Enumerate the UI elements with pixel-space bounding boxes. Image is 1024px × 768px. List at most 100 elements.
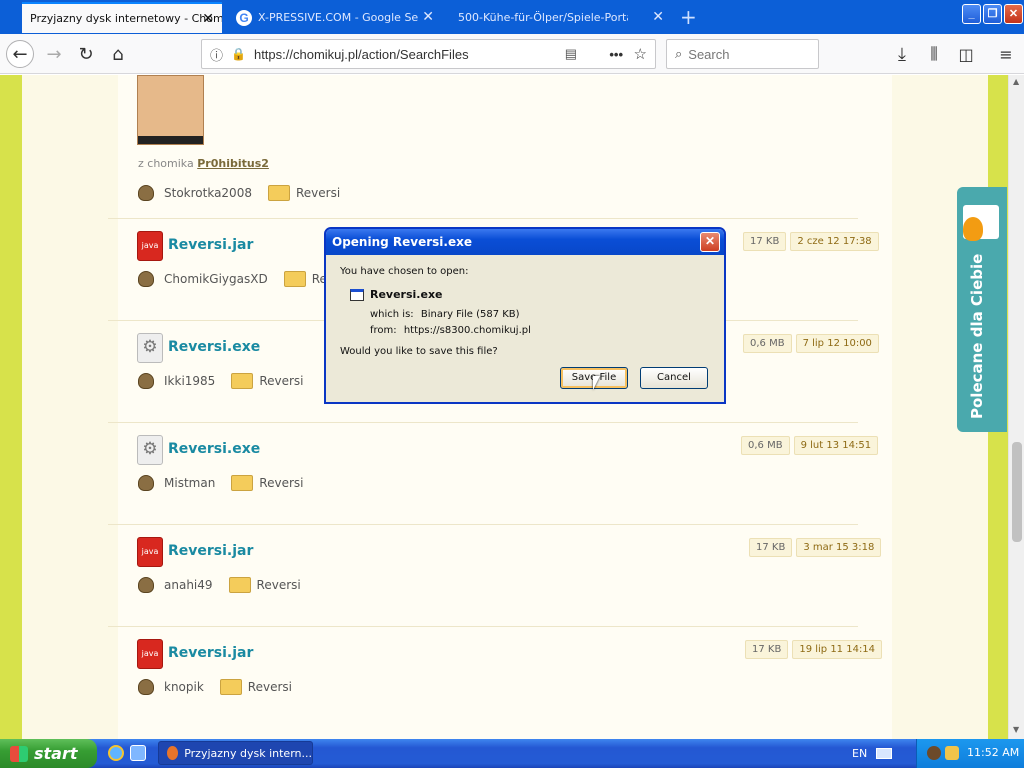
reload-button[interactable]: ↻ [72, 40, 100, 68]
recommended-side-tab[interactable]: Polecane dla Ciebie [957, 187, 1007, 432]
user-link[interactable]: Mistman [164, 476, 215, 490]
new-tab-icon[interactable]: + [680, 5, 697, 29]
start-button[interactable]: start [0, 739, 97, 768]
file-date-badge: 7 lip 12 10:00 [795, 334, 879, 353]
reader-view-icon[interactable]: ▤ [565, 46, 577, 62]
cancel-button[interactable]: Cancel [640, 367, 708, 389]
hamster-avatar-icon [138, 475, 154, 491]
java-file-icon: java [137, 537, 163, 567]
file-meta: Mistman Reversi [138, 475, 303, 491]
from-value: https://s8300.chomikuj.pl [403, 325, 531, 336]
keyboard-icon[interactable] [876, 748, 892, 759]
tray-network-icon[interactable] [945, 746, 959, 760]
close-tab-icon[interactable]: ✕ [202, 11, 214, 27]
back-button[interactable]: ← [6, 40, 34, 68]
sidebar-button[interactable]: ◫ [952, 40, 980, 68]
close-window-button[interactable]: ✕ [1004, 4, 1023, 24]
folder-link[interactable]: Reversi [259, 374, 303, 388]
exe-file-icon: ⚙ [137, 435, 163, 465]
tab-spiele-portal[interactable]: 500-Kühe-für-Ölper/Spiele-Portal ✕ [450, 2, 672, 33]
tab-label: X-PRESSIVE.COM - Google Search [258, 11, 418, 24]
bookmark-star-icon[interactable]: ☆ [634, 45, 647, 63]
quicklaunch-icon[interactable] [130, 745, 146, 761]
file-name-link[interactable]: Reversi.jar [168, 645, 253, 661]
file-size-badge: 17 KB [745, 640, 789, 659]
library-icon: ⫼ [930, 44, 938, 63]
close-tab-icon[interactable]: ✕ [422, 9, 434, 25]
home-button[interactable]: ⌂ [104, 40, 132, 68]
from-user-link[interactable]: Pr0hibitus2 [197, 157, 269, 170]
user-link[interactable]: Ikki1985 [164, 374, 215, 388]
url-text[interactable]: https://chomikuj.pl/action/SearchFiles [254, 47, 469, 62]
forward-button[interactable]: → [40, 40, 68, 68]
from-chomik-line: z chomika Pr0hibitus2 [138, 157, 269, 170]
close-tab-icon[interactable]: ✕ [652, 9, 664, 25]
from-label: from: [370, 325, 397, 336]
file-name-link[interactable]: Reversi.jar [168, 237, 253, 253]
page-area: z chomika Pr0hibitus2 Stokrotka2008 Reve… [0, 75, 1008, 739]
vertical-scrollbar[interactable]: ▲ ▼ [1008, 75, 1024, 739]
info-icon[interactable]: ⓘ [210, 45, 223, 64]
dialog-close-button[interactable]: ✕ [700, 232, 720, 252]
file-meta: anahi49 Reversi [138, 577, 301, 593]
start-label: start [34, 744, 78, 763]
file-name-link[interactable]: Reversi.jar [168, 543, 253, 559]
lock-icon: 🔒 [231, 47, 246, 61]
folder-icon [228, 577, 251, 593]
hamster-avatar-icon [138, 679, 154, 695]
downloads-button[interactable]: ⤓ [888, 40, 916, 68]
url-bar[interactable]: ⓘ 🔒 https://chomikuj.pl/action/SearchFil… [201, 39, 656, 69]
folder-icon [231, 475, 254, 491]
thumbnail-bar [138, 136, 203, 144]
search-input[interactable]: ⌕ Search [666, 39, 819, 69]
exe-file-icon: ⚙ [137, 333, 163, 363]
scroll-down-arrow-icon[interactable]: ▼ [1013, 725, 1019, 734]
folder-link[interactable]: Reversi [248, 680, 292, 694]
clock: 11:52 AM [967, 746, 1020, 759]
tab-google-search[interactable]: G X-PRESSIVE.COM - Google Search ✕ [228, 2, 442, 33]
download-dialog: Opening Reversi.exe ✕ You have chosen to… [324, 227, 726, 404]
google-icon: G [236, 9, 252, 26]
scrollbar-thumb[interactable] [1012, 442, 1022, 542]
file-name-link[interactable]: Reversi.exe [168, 441, 260, 457]
user-link[interactable]: Stokrotka2008 [164, 186, 252, 200]
mouse-cursor-icon [593, 376, 600, 390]
taskbar-item-browser[interactable]: Przyjazny dysk intern... [158, 741, 313, 765]
file-name-link[interactable]: Reversi.exe [168, 339, 260, 355]
file-size-badge: 17 KB [743, 232, 787, 251]
reload-icon: ↻ [78, 43, 94, 65]
file-date-badge: 3 mar 15 3:18 [796, 538, 882, 557]
minimize-button[interactable]: _ [962, 4, 981, 24]
folder-link[interactable]: Reversi [257, 578, 301, 592]
restore-button[interactable]: ❐ [983, 4, 1002, 24]
recommended-label: Polecane dla Ciebie [968, 253, 986, 419]
dialog-file-line: Reversi.exe [350, 288, 443, 301]
user-link[interactable]: knopik [164, 680, 204, 694]
language-indicator[interactable]: EN [852, 747, 867, 760]
top-item-meta: Stokrotka2008 Reversi [138, 185, 340, 201]
tab-chomikuj[interactable]: Przyjazny dysk internetowy - Chomikuj ✕ [22, 2, 222, 33]
taskbar-item-label: Przyjazny dysk intern... [184, 746, 312, 760]
folder-link[interactable]: Reversi [296, 186, 340, 200]
dialog-titlebar[interactable]: Opening Reversi.exe ✕ [326, 229, 724, 255]
tray-app-icon[interactable] [927, 746, 941, 760]
user-link[interactable]: anahi49 [164, 578, 213, 592]
file-info-badges: 17 KB 2 cze 12 17:38 [743, 232, 879, 251]
folder-link[interactable]: Reversi [259, 476, 303, 490]
tab-label: 500-Kühe-für-Ölper/Spiele-Portal [458, 11, 628, 24]
hamster-avatar-icon [138, 577, 154, 593]
home-icon: ⌂ [112, 43, 124, 65]
menu-button[interactable]: ≡ [992, 40, 1020, 68]
scroll-up-arrow-icon[interactable]: ▲ [1013, 77, 1019, 86]
file-row: java Reversi.jar anahi49 Reversi [108, 524, 858, 626]
folder-icon [231, 373, 254, 389]
game-thumbnail[interactable] [137, 75, 204, 145]
hamburger-menu-icon: ≡ [999, 44, 1013, 64]
library-button[interactable]: ⫼ [920, 40, 948, 68]
hamster-avatar-icon [138, 373, 154, 389]
page-actions-icon[interactable]: ••• [609, 47, 623, 62]
firefox-icon [167, 746, 179, 760]
user-link[interactable]: ChomikGiygasXD [164, 272, 268, 286]
internet-explorer-icon[interactable] [108, 745, 124, 761]
dialog-from-line: from: https://s8300.chomikuj.pl [370, 325, 531, 336]
